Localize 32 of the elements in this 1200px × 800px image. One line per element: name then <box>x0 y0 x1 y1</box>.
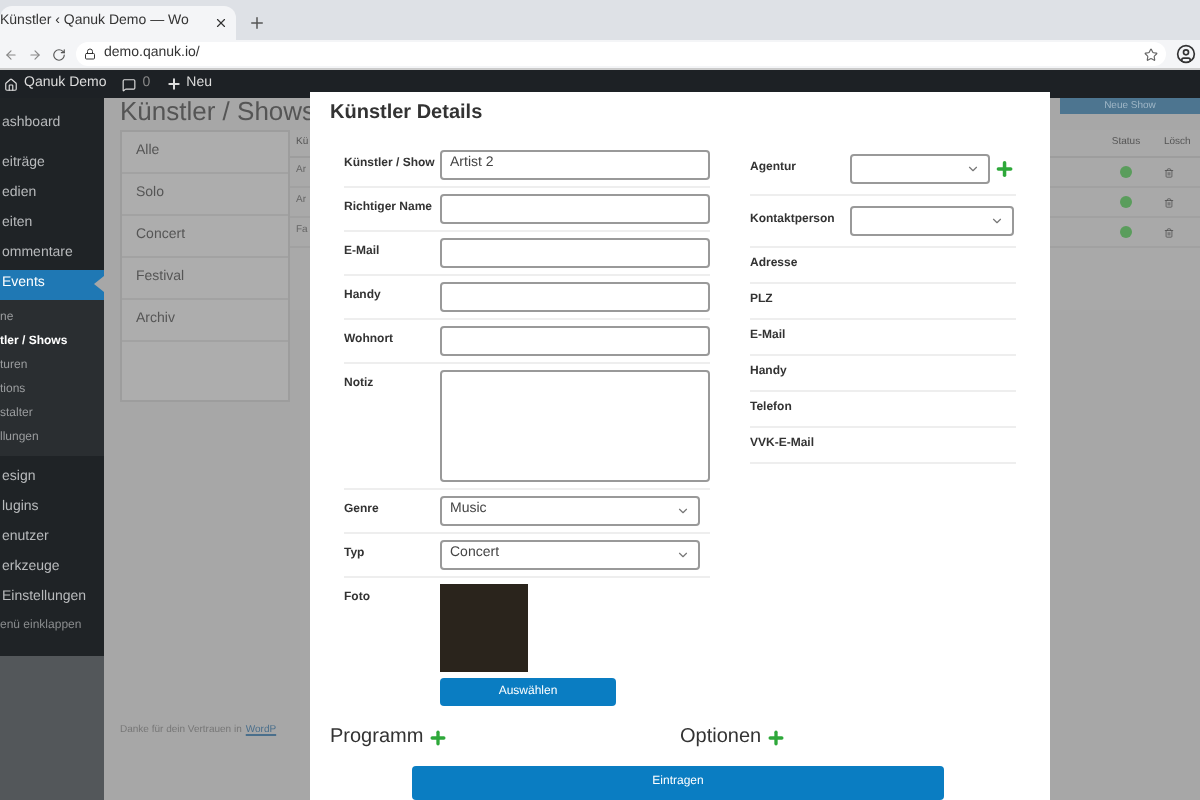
text-input[interactable] <box>440 238 710 268</box>
add-icon[interactable] <box>765 727 786 747</box>
comment-icon[interactable] <box>122 77 137 91</box>
section-title: Programm <box>330 724 424 752</box>
modal-title: Künstler Details <box>330 100 485 128</box>
forward-icon[interactable] <box>28 47 42 61</box>
trash-icon[interactable] <box>1164 167 1174 177</box>
add-icon[interactable] <box>427 727 448 747</box>
text-input[interactable] <box>440 326 710 356</box>
new-tab-icon[interactable] <box>248 14 266 32</box>
reload-icon[interactable] <box>52 47 66 61</box>
chevron-down-icon <box>990 214 1004 228</box>
chevron-down-icon <box>676 504 690 518</box>
text-input[interactable] <box>440 282 710 312</box>
back-icon[interactable] <box>4 47 18 61</box>
bookmark-star-icon[interactable] <box>1144 47 1158 61</box>
select-field[interactable] <box>850 154 991 184</box>
trash-icon[interactable] <box>1164 197 1174 207</box>
text-input[interactable] <box>440 194 710 224</box>
plus-icon[interactable] <box>166 76 183 92</box>
close-icon[interactable] <box>214 16 228 30</box>
notes-textarea[interactable] <box>440 370 710 482</box>
chevron-down-icon <box>966 162 981 176</box>
profile-icon[interactable] <box>1176 44 1196 64</box>
trash-icon[interactable] <box>1164 227 1174 237</box>
chevron-down-icon <box>676 548 690 562</box>
home-icon <box>4 77 18 91</box>
photo-placeholder <box>440 584 528 672</box>
lock-icon <box>84 48 96 60</box>
select-field[interactable] <box>850 206 1014 236</box>
section-title: Optionen <box>680 724 762 752</box>
add-icon[interactable] <box>994 158 1016 180</box>
